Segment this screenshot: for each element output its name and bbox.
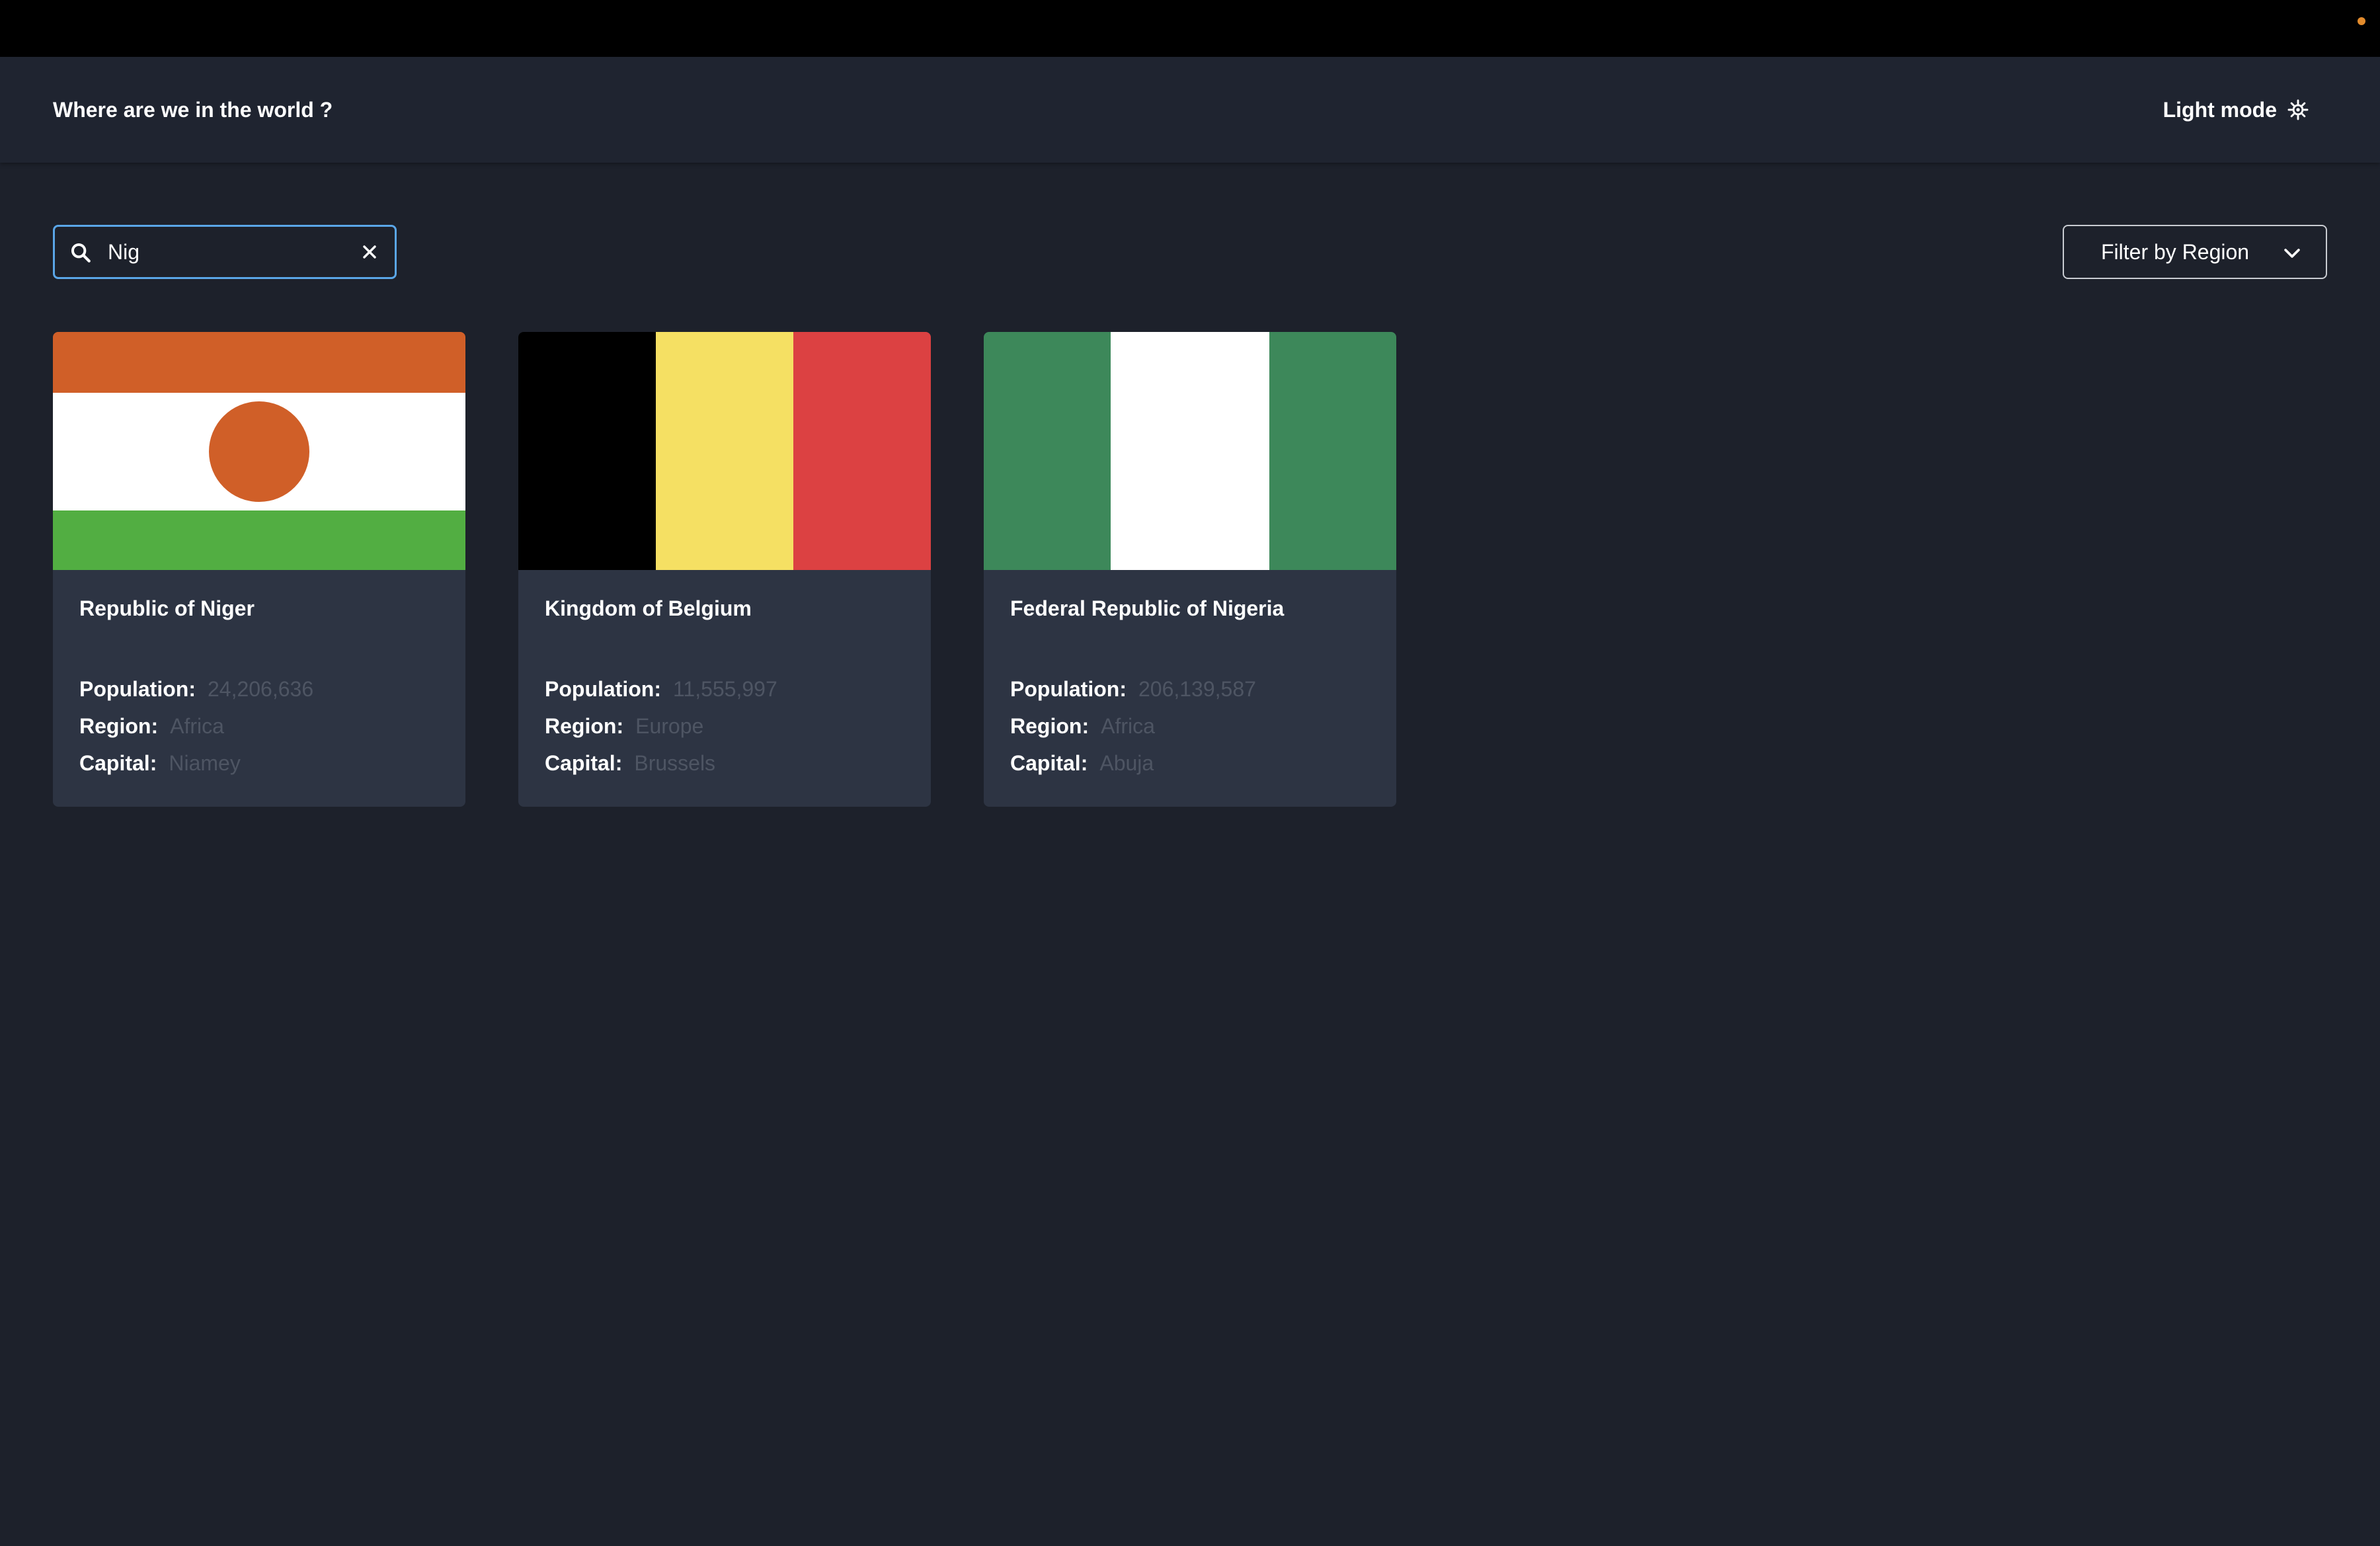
theme-toggle-label: Light mode <box>2162 97 2277 122</box>
population-label: Population: <box>79 677 196 701</box>
top-strip <box>0 0 2380 57</box>
region-value: Africa <box>170 714 224 738</box>
status-dot <box>2358 17 2365 25</box>
population-value: 11,555,997 <box>672 677 777 701</box>
capital-row: Capital: Abuja <box>1010 751 1154 776</box>
population-label: Population: <box>545 677 661 701</box>
capital-label: Capital: <box>545 751 623 775</box>
region-label: Region: <box>79 714 159 738</box>
population-label: Population: <box>1010 677 1127 701</box>
capital-value: Niamey <box>169 751 241 775</box>
region-filter-label: Filter by Region <box>2101 239 2250 264</box>
chevron-down-icon <box>2284 249 2300 258</box>
population-row: Population: 11,555,997 <box>545 677 777 702</box>
capital-row: Capital: Brussels <box>545 751 715 776</box>
country-card-nigeria[interactable]: Federal Republic of Nigeria Population: … <box>984 332 1396 807</box>
region-label: Region: <box>1010 714 1090 738</box>
population-row: Population: 206,139,587 <box>1010 677 1256 702</box>
gear-icon <box>2287 99 2309 120</box>
flag-nigeria <box>984 332 1396 570</box>
country-card-belgium[interactable]: Kingdom of Belgium Population: 11,555,99… <box>518 332 931 807</box>
country-card-niger[interactable]: Republic of Niger Population: 24,206,636… <box>53 332 465 807</box>
capital-value: Abuja <box>1099 751 1154 775</box>
capital-row: Capital: Niamey <box>79 751 241 776</box>
close-icon[interactable] <box>359 241 380 263</box>
page-title: Where are we in the world ? <box>53 97 333 122</box>
region-row: Region: Africa <box>79 714 224 739</box>
population-value: 24,206,636 <box>207 677 314 701</box>
region-filter-dropdown[interactable]: Filter by Region <box>2063 225 2327 279</box>
app-header: Where are we in the world ? Light mode <box>0 57 2380 163</box>
country-name: Kingdom of Belgium <box>545 596 752 620</box>
population-value: 206,139,587 <box>1138 677 1256 701</box>
country-name: Republic of Niger <box>79 596 255 620</box>
population-row: Population: 24,206,636 <box>79 677 313 702</box>
capital-value: Brussels <box>634 751 716 775</box>
flag-belgium <box>518 332 931 570</box>
search-icon <box>71 243 91 263</box>
region-row: Region: Europe <box>545 714 703 739</box>
region-row: Region: Africa <box>1010 714 1155 739</box>
capital-label: Capital: <box>79 751 157 775</box>
region-label: Region: <box>545 714 624 738</box>
theme-toggle-button[interactable]: Light mode <box>2163 57 2309 163</box>
flag-niger <box>53 332 465 570</box>
capital-label: Capital: <box>1010 751 1088 775</box>
region-value: Europe <box>635 714 704 738</box>
country-name: Federal Republic of Nigeria <box>1010 596 1285 620</box>
search-box <box>53 225 397 279</box>
region-value: Africa <box>1101 714 1155 738</box>
search-input[interactable] <box>106 233 344 270</box>
